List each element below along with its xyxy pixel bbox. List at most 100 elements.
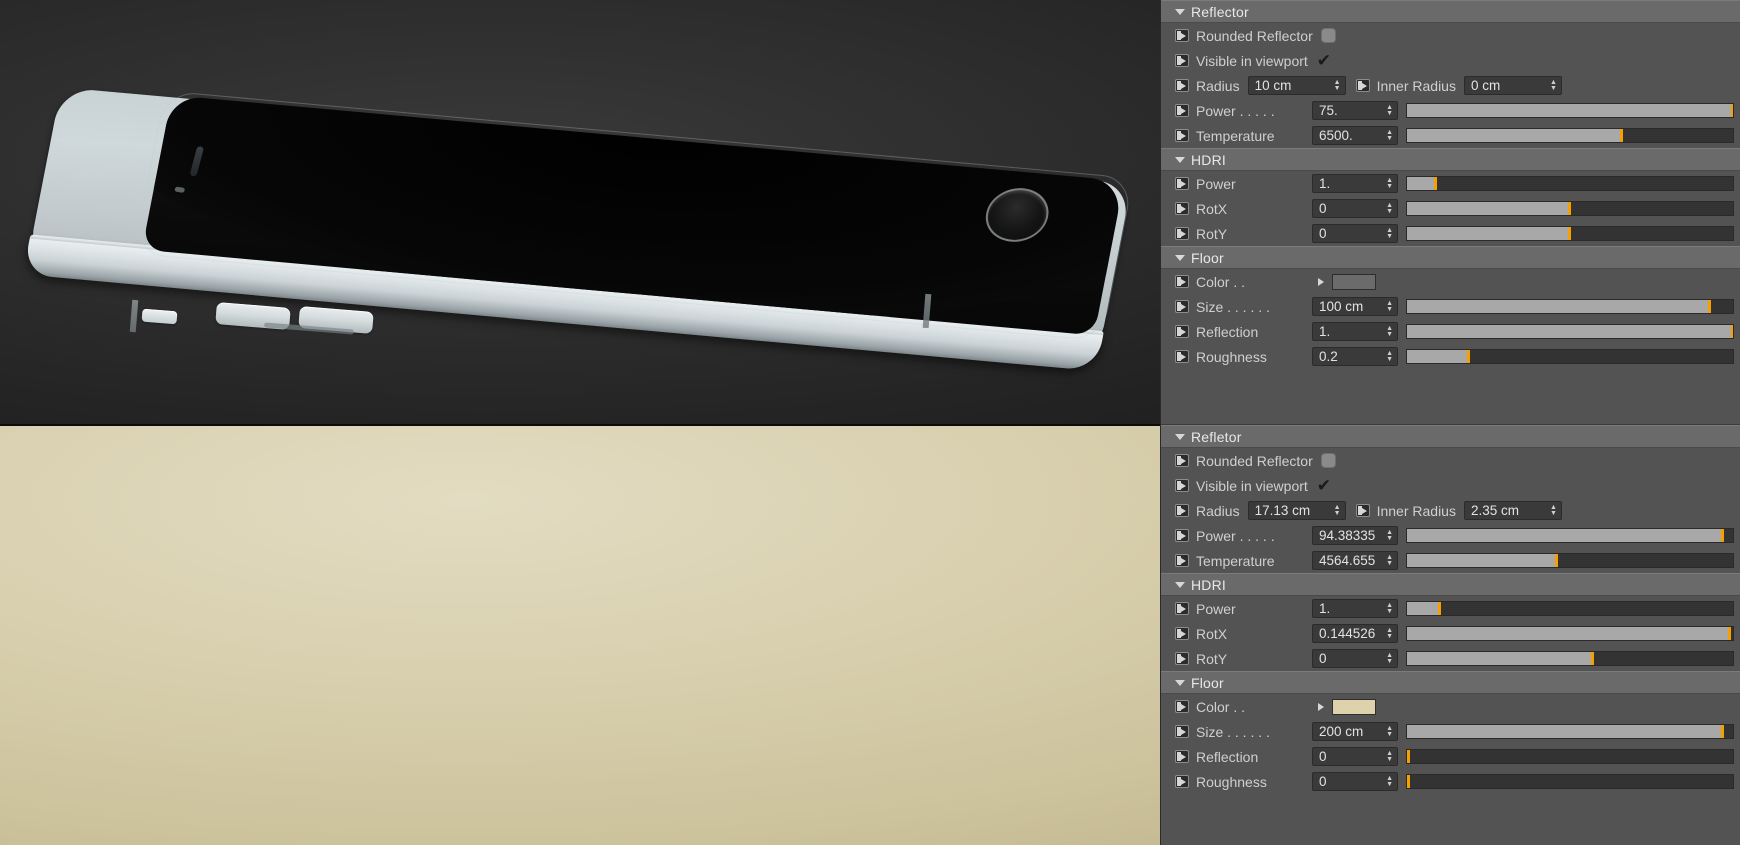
property-slider[interactable] [1406, 103, 1734, 118]
slider-knob[interactable] [1554, 554, 1558, 567]
stepper-icon[interactable]: ▲ ▼ [1386, 350, 1394, 363]
animate-track-icon[interactable] [1175, 652, 1189, 665]
animate-track-icon[interactable] [1175, 202, 1189, 215]
property-value-field[interactable]: 1. ▲ ▼ [1312, 174, 1398, 193]
animate-track-icon[interactable] [1175, 725, 1189, 738]
stepper-icon[interactable]: ▲ ▼ [1386, 104, 1394, 117]
animate-track-icon[interactable] [1175, 300, 1189, 313]
stepper-icon[interactable]: ▲ ▼ [1386, 554, 1394, 567]
slider-knob[interactable] [1620, 129, 1624, 142]
slider-knob[interactable] [1434, 177, 1438, 190]
group-header-hdri[interactable]: HDRI [1161, 148, 1740, 171]
slider-knob[interactable] [1466, 350, 1470, 363]
stepper-icon[interactable]: ▲ ▼ [1386, 725, 1394, 738]
stepper-icon[interactable]: ▲ ▼ [1386, 529, 1394, 542]
property-slider[interactable] [1406, 299, 1734, 314]
slider-knob[interactable] [1568, 227, 1571, 240]
property-value-field[interactable]: 0.144526 ▲ ▼ [1312, 624, 1398, 643]
check-icon[interactable]: ✔ [1317, 477, 1331, 494]
stepper-icon[interactable]: ▲ ▼ [1386, 652, 1394, 665]
property-value-field[interactable]: 1. ▲ ▼ [1312, 599, 1398, 618]
stepper-icon[interactable]: ▲ ▼ [1334, 504, 1342, 517]
animate-track-icon[interactable] [1355, 504, 1370, 517]
stepper-icon[interactable]: ▲ ▼ [1386, 775, 1394, 788]
animate-track-icon[interactable] [1175, 29, 1189, 42]
animate-track-icon[interactable] [1175, 750, 1189, 763]
group-header-floor[interactable]: Floor [1161, 671, 1740, 694]
group-header-floor[interactable]: Floor [1161, 246, 1740, 269]
animate-track-icon[interactable] [1355, 79, 1370, 92]
animate-track-icon[interactable] [1175, 627, 1189, 640]
animate-track-icon[interactable] [1175, 529, 1189, 542]
check-icon[interactable]: ✔ [1317, 52, 1331, 69]
property-value-field[interactable]: 4564.655 ▲ ▼ [1312, 551, 1398, 570]
slider-knob[interactable] [1731, 325, 1733, 338]
radius-field[interactable]: 10 cm ▲ ▼ [1247, 76, 1346, 95]
property-slider[interactable] [1406, 176, 1734, 191]
chevron-down-icon[interactable] [1175, 8, 1185, 15]
property-slider[interactable] [1406, 651, 1734, 666]
checkbox-empty[interactable] [1320, 453, 1336, 468]
stepper-icon[interactable]: ▲ ▼ [1386, 627, 1394, 640]
slider-knob[interactable] [1568, 202, 1571, 215]
property-value-field[interactable]: 6500. ▲ ▼ [1312, 126, 1398, 145]
slider-knob[interactable] [1721, 725, 1725, 738]
chevron-right-icon[interactable] [1318, 702, 1324, 711]
chevron-right-icon[interactable] [1318, 277, 1324, 286]
stepper-icon[interactable]: ▲ ▼ [1386, 129, 1394, 142]
slider-knob[interactable] [1721, 529, 1725, 542]
stepper-icon[interactable]: ▲ ▼ [1334, 79, 1342, 92]
checkbox-empty[interactable] [1320, 28, 1336, 43]
group-header-reflector[interactable]: Reflector [1161, 0, 1740, 23]
chevron-down-icon[interactable] [1175, 254, 1185, 261]
animate-track-icon[interactable] [1175, 129, 1189, 142]
property-slider[interactable] [1406, 528, 1734, 543]
animate-track-icon[interactable] [1175, 325, 1189, 338]
chevron-down-icon[interactable] [1175, 433, 1185, 440]
slider-knob[interactable] [1407, 750, 1410, 763]
stepper-icon[interactable]: ▲ ▼ [1386, 602, 1394, 615]
top-viewport[interactable] [0, 0, 1160, 424]
property-value-field[interactable]: 0 ▲ ▼ [1312, 772, 1398, 791]
animate-track-icon[interactable] [1175, 454, 1189, 467]
inner-radius-field[interactable]: 2.35 cm ▲ ▼ [1463, 501, 1562, 520]
property-slider[interactable] [1406, 553, 1734, 568]
stepper-icon[interactable]: ▲ ▼ [1386, 325, 1394, 338]
animate-track-icon[interactable] [1175, 275, 1189, 288]
animate-track-icon[interactable] [1175, 554, 1189, 567]
property-slider[interactable] [1406, 324, 1734, 339]
property-value-field[interactable]: 100 cm ▲ ▼ [1312, 297, 1398, 316]
property-slider[interactable] [1406, 774, 1734, 789]
slider-knob[interactable] [1708, 300, 1712, 313]
stepper-icon[interactable]: ▲ ▼ [1386, 177, 1394, 190]
property-slider[interactable] [1406, 749, 1734, 764]
stepper-icon[interactable]: ▲ ▼ [1386, 202, 1394, 215]
stepper-icon[interactable]: ▲ ▼ [1386, 750, 1394, 763]
slider-knob[interactable] [1731, 104, 1733, 117]
property-value-field[interactable]: 1. ▲ ▼ [1312, 322, 1398, 341]
property-slider[interactable] [1406, 349, 1734, 364]
inner-radius-field[interactable]: 0 cm ▲ ▼ [1463, 76, 1562, 95]
slider-knob[interactable] [1727, 627, 1731, 640]
property-slider[interactable] [1406, 201, 1734, 216]
chevron-down-icon[interactable] [1175, 156, 1185, 163]
animate-track-icon[interactable] [1175, 700, 1189, 713]
property-value-field[interactable]: 0 ▲ ▼ [1312, 224, 1398, 243]
property-value-field[interactable]: 0 ▲ ▼ [1312, 649, 1398, 668]
property-slider[interactable] [1406, 226, 1734, 241]
chevron-down-icon[interactable] [1175, 679, 1185, 686]
animate-track-icon[interactable] [1175, 227, 1189, 240]
animate-track-icon[interactable] [1175, 504, 1189, 517]
animate-track-icon[interactable] [1175, 104, 1189, 117]
stepper-icon[interactable]: ▲ ▼ [1386, 300, 1394, 313]
property-slider[interactable] [1406, 724, 1734, 739]
animate-track-icon[interactable] [1175, 602, 1189, 615]
property-value-field[interactable]: 0 ▲ ▼ [1312, 199, 1398, 218]
property-value-field[interactable]: 0 ▲ ▼ [1312, 747, 1398, 766]
group-header-refletor[interactable]: Refletor [1161, 425, 1740, 448]
animate-track-icon[interactable] [1175, 479, 1189, 492]
animate-track-icon[interactable] [1175, 54, 1189, 67]
property-slider[interactable] [1406, 626, 1734, 641]
color-swatch[interactable] [1332, 273, 1376, 290]
property-slider[interactable] [1406, 601, 1734, 616]
